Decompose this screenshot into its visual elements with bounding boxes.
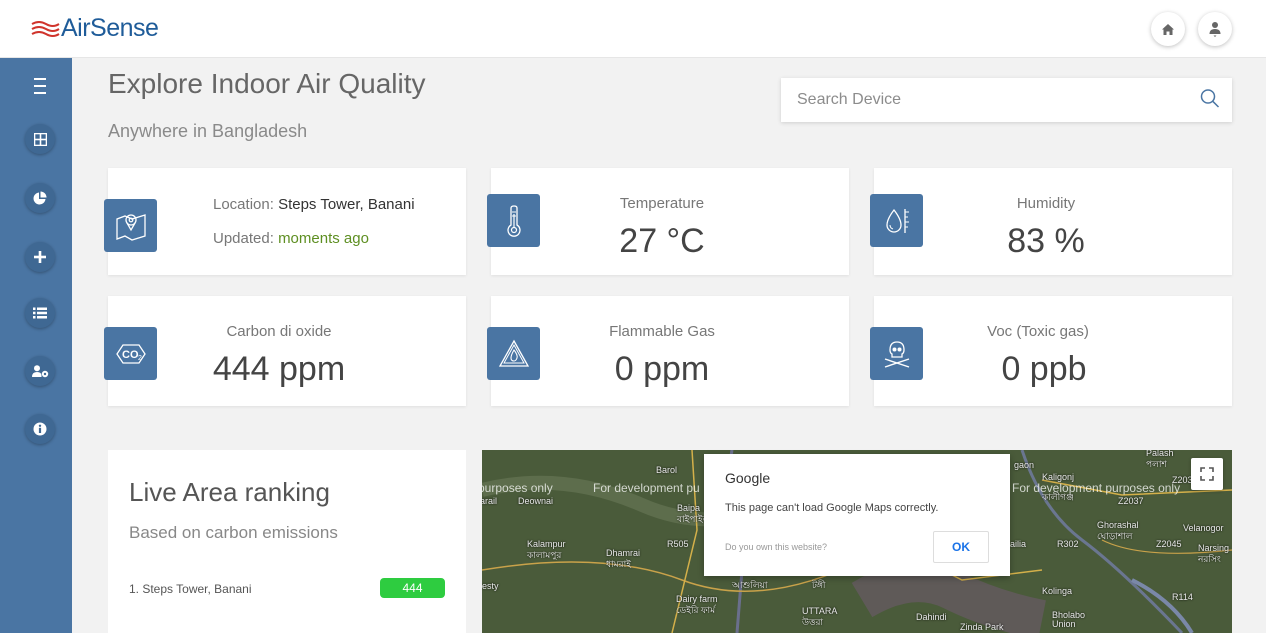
- map-dev-notice: For development purposes only: [1012, 481, 1181, 495]
- sidebar-item-info[interactable]: [25, 414, 55, 444]
- home-button[interactable]: [1151, 12, 1185, 46]
- map-fullscreen-button[interactable]: [1191, 458, 1223, 490]
- ranking-title: Live Area ranking: [129, 477, 330, 507]
- map-road-label: R505: [667, 539, 689, 549]
- page-subtitle: Anywhere in Bangladesh: [108, 121, 308, 141]
- airsense-logo[interactable]: AirSense: [30, 14, 159, 43]
- pie-chart-icon: [33, 191, 47, 205]
- svg-text:2: 2: [138, 355, 142, 362]
- map-place-label: পলাশ: [1146, 459, 1167, 469]
- hamburger-menu-icon[interactable]: [30, 78, 50, 94]
- map-place-label: esty: [482, 581, 499, 591]
- map-place-label: gaon: [1014, 460, 1035, 470]
- user-menu-button[interactable]: [1198, 12, 1232, 46]
- fullscreen-icon: [1200, 467, 1214, 481]
- map-place-label: ধামরাই: [606, 559, 631, 569]
- voc-value: 0 ppb: [1001, 350, 1087, 388]
- map-location-icon: [115, 213, 146, 241]
- page-title: Explore Indoor Air Quality: [108, 68, 426, 99]
- map-place-label: Barol: [656, 465, 678, 475]
- location-value: Steps Tower, Banani: [278, 196, 415, 213]
- map-dev-notice: For development pu: [593, 481, 700, 495]
- map-place-label: উত্তরা: [802, 617, 824, 627]
- search-icon[interactable]: [1199, 88, 1221, 110]
- dashboard-grid-icon: [33, 132, 47, 146]
- humidity-card-icon-box: [870, 194, 923, 247]
- co2-label: Carbon di oxide: [226, 323, 332, 340]
- dialog-ok-button[interactable]: OK: [933, 531, 989, 563]
- sidebar-item-list[interactable]: [25, 298, 55, 328]
- home-icon: [1162, 23, 1174, 35]
- updated-label: Updated:: [213, 230, 274, 247]
- location-line: Location: Steps Tower, Banani: [213, 196, 415, 213]
- map-place-label: Dahindi: [916, 612, 947, 622]
- temperature-value: 27 °C: [619, 222, 705, 260]
- co2-icon: CO 2: [115, 343, 146, 364]
- user-settings-icon: [31, 364, 48, 377]
- temperature-label: Temperature: [619, 195, 705, 212]
- updated-line: Updated: moments ago: [213, 230, 369, 247]
- sidebar-item-analytics[interactable]: [25, 183, 55, 213]
- ranking-item-badge: 444: [380, 578, 445, 598]
- wind-waves-icon: [31, 20, 60, 37]
- map-place-label: Kolinga: [1042, 586, 1073, 596]
- map-place-label: টঙ্গী: [812, 580, 826, 590]
- map-place-label: arail: [482, 496, 498, 506]
- location-card: [108, 168, 466, 275]
- ranking-subtitle: Based on carbon emissions: [129, 523, 338, 542]
- logo-text: AirSense: [61, 14, 159, 42]
- voc-card-icon-box: [870, 327, 923, 380]
- location-card-icon-box: [104, 199, 157, 252]
- ranking-item-label[interactable]: 1. Steps Tower, Banani: [129, 582, 252, 596]
- co2-card-icon-box: CO 2: [104, 327, 157, 380]
- sidebar-item-add-device[interactable]: [25, 242, 55, 272]
- map-place-label: ডেইরি ফার্ম: [676, 605, 716, 615]
- flammable-gas-label: Flammable Gas: [609, 323, 715, 340]
- dialog-brand: Google: [725, 470, 771, 486]
- top-bar: AirSense: [0, 0, 1266, 58]
- map-place-label: কালীগঞ্জ: [1042, 492, 1074, 502]
- humidity-label: Humidity: [1016, 195, 1076, 212]
- map-road-label: Z2045: [1156, 539, 1182, 549]
- map-place-label: Union: [1052, 619, 1076, 629]
- dialog-message: This page can't load Google Maps correct…: [725, 502, 939, 514]
- location-label: Location:: [213, 196, 274, 213]
- sidebar-item-dashboard[interactable]: [25, 124, 55, 154]
- map-dev-notice: purposes only: [482, 481, 553, 495]
- plus-icon: [34, 251, 46, 263]
- flammable-card-icon-box: [487, 327, 540, 380]
- map-road-label: Z2037: [1118, 496, 1144, 506]
- svg-text:CO: CO: [122, 349, 139, 361]
- list-icon: [33, 307, 47, 319]
- sidebar-item-user-settings[interactable]: [25, 356, 55, 386]
- map-place-label: Zinda Park: [960, 622, 1004, 632]
- map-place-label: কালামপুর: [527, 550, 562, 560]
- map-place-label: আশুলিয়া: [732, 580, 768, 590]
- map-place-label: Velanogor: [1183, 523, 1224, 533]
- skull-crossbones-icon: [884, 340, 909, 368]
- map-place-label: নরসিং: [1198, 554, 1221, 564]
- info-icon: [33, 422, 47, 436]
- co2-value: 444 ppm: [212, 350, 346, 388]
- flammable-gas-value: 0 ppm: [614, 350, 710, 388]
- flammable-warning-icon: [498, 339, 529, 367]
- dialog-own-website-link[interactable]: Do you own this website?: [725, 542, 827, 552]
- humidity-drop-icon: [885, 208, 909, 233]
- map-place-label: ailia: [1010, 539, 1027, 549]
- map-place-label: Kaligonj: [1042, 472, 1075, 482]
- search-box: [781, 78, 1232, 122]
- map-place-label: ঘোড়াশাল: [1097, 531, 1133, 541]
- map-place-label: Deownai: [518, 496, 554, 506]
- temperature-card-icon-box: [487, 194, 540, 247]
- search-device-input[interactable]: [797, 78, 1177, 122]
- updated-value: moments ago: [278, 230, 369, 247]
- thermometer-icon: [506, 204, 521, 237]
- humidity-value: 83 %: [1007, 222, 1085, 260]
- map-road-label: R114: [1172, 592, 1193, 602]
- user-icon: [1209, 22, 1221, 37]
- voc-label: Voc (Toxic gas): [987, 323, 1089, 340]
- map-road-label: R302: [1057, 539, 1079, 549]
